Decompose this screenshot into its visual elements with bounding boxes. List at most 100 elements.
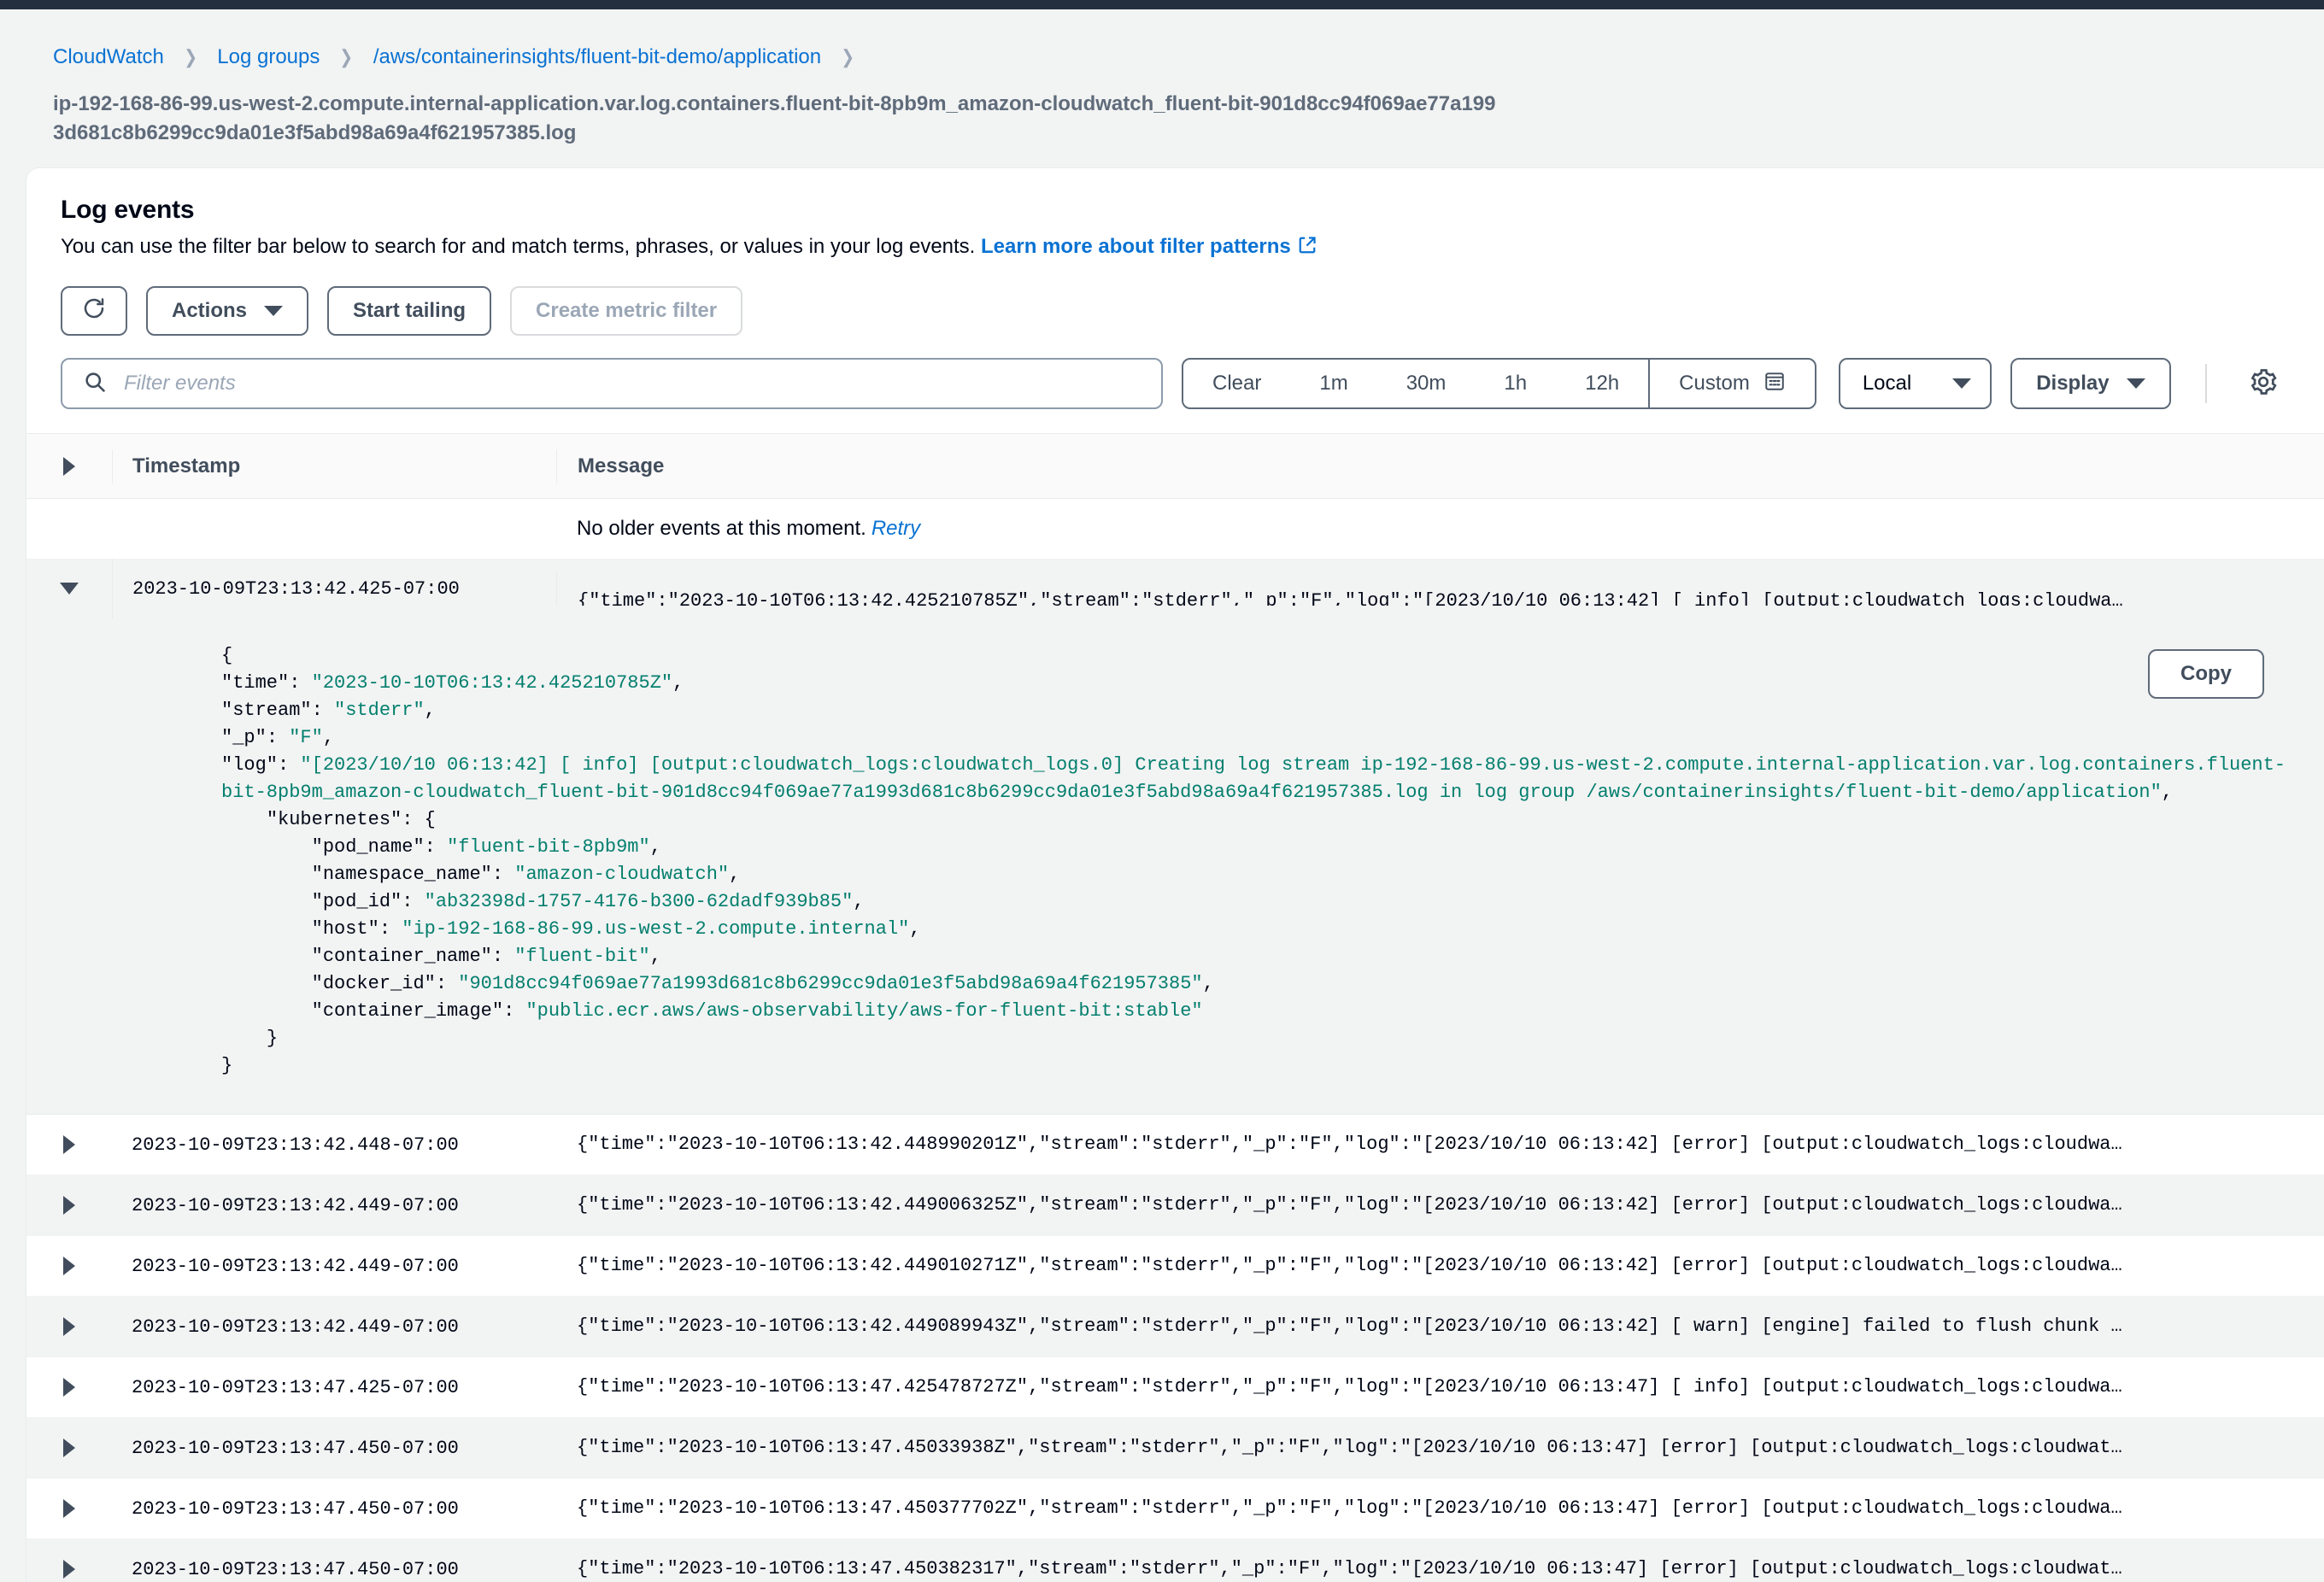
table-row-expanded[interactable]: 2023-10-09T23:13:42.425-07:00 {"time":"2… [26, 559, 2324, 618]
settings-button[interactable] [2241, 361, 2286, 406]
expanded-event-detail: Copy { "time": "2023-10-10T06:13:42.4252… [26, 618, 2324, 1115]
filter-events-field[interactable] [61, 358, 1163, 409]
external-link-icon [1298, 236, 1317, 261]
chevron-down-icon [264, 306, 283, 316]
range-12h-button[interactable]: 12h [1556, 360, 1648, 407]
breadcrumb-item-log-groups[interactable]: Log groups [217, 47, 320, 67]
row-expand-toggle[interactable] [26, 1236, 112, 1296]
json-close-brace: } [221, 1055, 232, 1076]
log-events-table: Timestamp Message No older events at thi… [26, 433, 2324, 1582]
json-comma: , [729, 864, 740, 885]
row-collapse-toggle[interactable] [26, 559, 112, 618]
table-row[interactable]: 2023-10-09T23:13:47.425-07:00 {"time":"2… [26, 1357, 2324, 1418]
panel-description: You can use the filter bar below to sear… [61, 235, 2324, 261]
table-row[interactable]: 2023-10-09T23:13:42.448-07:00 {"time":"2… [26, 1115, 2324, 1175]
json-line: "container_name": "fluent-bit", [221, 946, 661, 967]
notice-message: No older events at this moment.Retry [556, 499, 2324, 559]
json-open-brace: { [221, 645, 232, 666]
display-button[interactable]: Display [2010, 358, 2170, 409]
retry-link[interactable]: Retry [872, 517, 920, 540]
range-custom-button[interactable]: Custom [1648, 360, 1815, 407]
create-metric-filter-label: Create metric filter [536, 299, 717, 323]
json-comma: , [650, 946, 661, 967]
json-key: "pod_name" [312, 836, 425, 858]
json-value: "F" [289, 727, 323, 748]
table-row[interactable]: 2023-10-09T23:13:47.450-07:00 {"time":"2… [26, 1479, 2324, 1539]
breadcrumb-item-log-group[interactable]: /aws/containerinsights/fluent-bit-demo/a… [373, 47, 821, 67]
expand-all-toggle[interactable] [26, 434, 112, 498]
row-expand-toggle[interactable] [26, 1418, 112, 1478]
json-comma: , [2162, 782, 2173, 803]
range-clear-button[interactable]: Clear [1183, 360, 1290, 407]
json-close-inner: } [267, 1028, 278, 1049]
json-key: "stream" [221, 700, 312, 721]
time-range-segmented-control: Clear 1m 30m 1h 12h Custom [1182, 358, 1816, 409]
row-timestamp: 2023-10-09T23:13:47.450-07:00 [112, 1418, 556, 1478]
json-key: "time" [221, 672, 289, 694]
json-line: } [221, 1028, 278, 1049]
range-1h-button[interactable]: 1h [1475, 360, 1556, 407]
start-tailing-button[interactable]: Start tailing [327, 286, 491, 336]
json-line: "time": "2023-10-10T06:13:42.425210785Z"… [221, 672, 684, 694]
column-header-timestamp[interactable]: Timestamp [112, 449, 556, 483]
json-value: "2023-10-10T06:13:42.425210785Z" [312, 672, 672, 694]
row-timestamp: 2023-10-09T23:13:47.425-07:00 [112, 1357, 556, 1417]
column-header-message[interactable]: Message [556, 449, 2324, 483]
timezone-select[interactable]: Local [1839, 358, 1992, 409]
row-expand-toggle[interactable] [26, 1297, 112, 1356]
json-comma: , [425, 700, 436, 721]
filter-toolbar: Clear 1m 30m 1h 12h Custom Local D [26, 336, 2324, 409]
chevron-right-icon [63, 1196, 75, 1215]
json-key: "namespace_name" [312, 864, 492, 885]
copy-button[interactable]: Copy [2148, 649, 2264, 699]
row-message: {"time":"2023-10-10T06:13:42.449010271Z"… [556, 1236, 2324, 1296]
actions-toolbar: Actions Start tailing Create metric filt… [26, 261, 2324, 336]
table-row[interactable]: 2023-10-09T23:13:42.449-07:00 {"time":"2… [26, 1175, 2324, 1236]
json-value: "901d8cc94f069ae77a1993d681c8b6299cc9da0… [458, 973, 1202, 994]
chevron-down-icon [60, 583, 79, 595]
breadcrumb-item-cloudwatch[interactable]: CloudWatch [53, 47, 164, 67]
row-expand-toggle[interactable] [26, 1539, 112, 1582]
row-expand-toggle[interactable] [26, 1175, 112, 1235]
table-row[interactable]: 2023-10-09T23:13:47.450-07:00 {"time":"2… [26, 1418, 2324, 1479]
notice-spacer [26, 499, 112, 559]
json-open-brace-nested: { [425, 809, 436, 830]
row-message: {"time":"2023-10-10T06:13:47.450377702Z"… [556, 1479, 2324, 1538]
row-timestamp: 2023-10-09T23:13:42.425-07:00 [112, 559, 556, 618]
table-row[interactable]: 2023-10-09T23:13:42.449-07:00 {"time":"2… [26, 1236, 2324, 1297]
json-value: "stderr" [334, 700, 425, 721]
search-input[interactable] [122, 371, 1161, 396]
row-timestamp: 2023-10-09T23:13:47.450-07:00 [112, 1539, 556, 1582]
row-message: {"time":"2023-10-10T06:13:47.450382317",… [556, 1539, 2324, 1582]
learn-more-link[interactable]: Learn more about filter patterns [981, 235, 1291, 258]
chevron-right-icon [63, 1257, 75, 1275]
chevron-right-icon [63, 1438, 75, 1457]
actions-button[interactable]: Actions [146, 286, 308, 336]
json-key: "kubernetes" [267, 809, 402, 830]
chevron-down-icon [1952, 378, 1971, 389]
chevron-right-icon [63, 457, 75, 476]
row-expand-toggle[interactable] [26, 1357, 112, 1417]
custom-label: Custom [1679, 372, 1750, 396]
chevron-right-icon: ❯ [841, 48, 854, 67]
row-message: {"time":"2023-10-10T06:13:42.448990201Z"… [556, 1115, 2324, 1175]
table-row[interactable]: 2023-10-09T23:13:47.450-07:00 {"time":"2… [26, 1539, 2324, 1582]
timezone-value: Local [1863, 372, 1911, 396]
refresh-icon [81, 296, 107, 327]
log-events-panel: Log events You can use the filter bar be… [26, 167, 2324, 1582]
page-title: Log events [61, 196, 2324, 225]
gear-icon [2248, 366, 2279, 401]
row-expand-toggle[interactable] [26, 1479, 112, 1538]
toolbar-divider [2205, 364, 2207, 403]
range-1m-button[interactable]: 1m [1290, 360, 1376, 407]
chevron-right-icon [63, 1378, 75, 1397]
json-comma: , [672, 672, 684, 694]
json-line: "pod_id": "ab32398d-1757-4176-b300-62dad… [221, 891, 865, 912]
table-row[interactable]: 2023-10-09T23:13:42.449-07:00 {"time":"2… [26, 1297, 2324, 1357]
chevron-right-icon [63, 1499, 75, 1518]
refresh-button[interactable] [61, 286, 127, 336]
json-line: "stream": "stderr", [221, 700, 436, 721]
range-30m-button[interactable]: 30m [1377, 360, 1476, 407]
create-metric-filter-button[interactable]: Create metric filter [510, 286, 742, 336]
row-expand-toggle[interactable] [26, 1115, 112, 1175]
